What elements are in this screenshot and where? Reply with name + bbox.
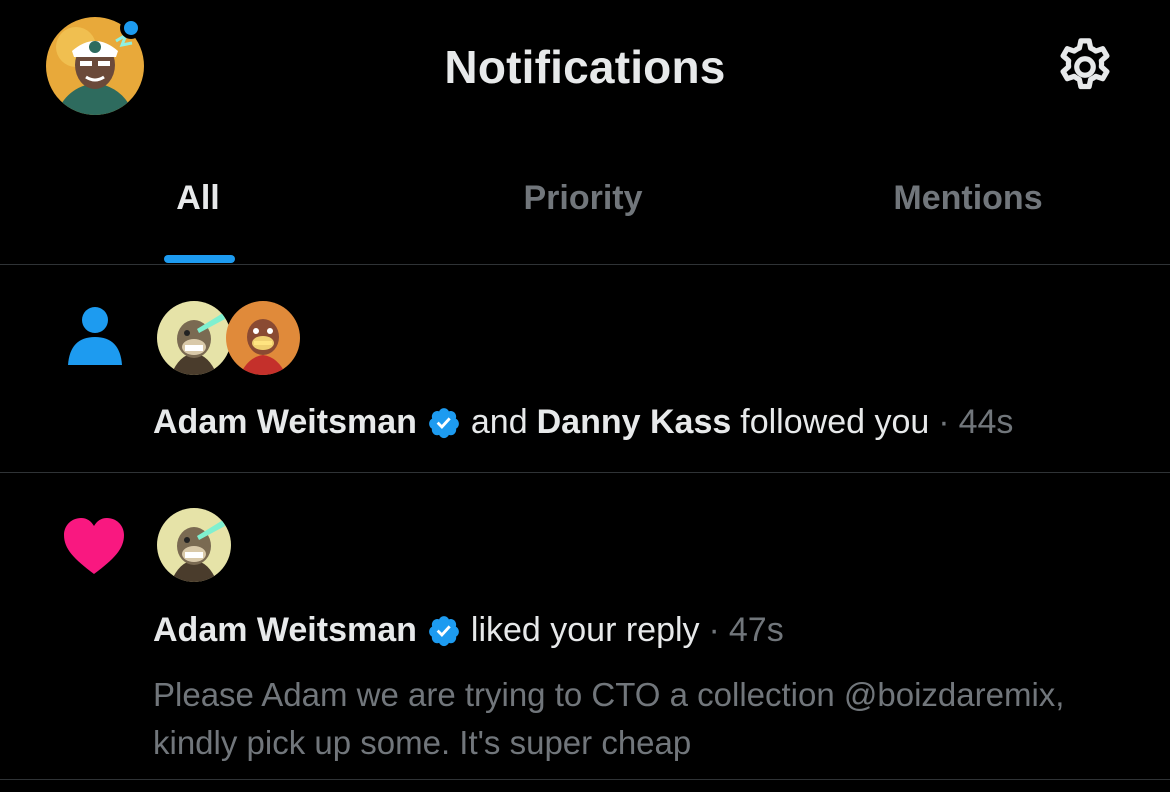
verified-badge-icon (429, 615, 459, 646)
heart-icon (62, 517, 126, 575)
tab-priority[interactable]: Priority (433, 179, 733, 218)
action-text: followed you (740, 403, 930, 441)
person-icon (66, 305, 124, 365)
avatar-adam-weitsman[interactable] (157, 508, 231, 582)
timestamp: 47s (728, 611, 784, 649)
avatar-danny-kass[interactable] (226, 301, 300, 375)
notification-like[interactable]: Adam Weitsman liked your reply · 47s Ple… (0, 473, 1170, 780)
notification-follow[interactable]: Adam Weitsman and Danny Kass followed yo… (0, 265, 1170, 473)
user-name-link[interactable]: Adam Weitsman (153, 611, 417, 650)
page-title: Notifications (444, 41, 726, 93)
tab-mentions[interactable]: Mentions (818, 179, 1118, 218)
top-bar: Notifications (0, 0, 1170, 135)
tab-bar: All Priority Mentions (0, 135, 1170, 265)
user-name-link[interactable]: Adam Weitsman (153, 403, 417, 442)
action-text: liked your reply (470, 611, 700, 649)
separator-dot: · (938, 403, 950, 441)
active-tab-indicator (164, 255, 235, 263)
notification-text: Adam Weitsman liked your reply · 47s (153, 611, 784, 650)
user-name-link[interactable]: Danny Kass (537, 403, 732, 442)
verified-badge-icon (429, 407, 459, 438)
avatar-adam-weitsman[interactable] (157, 301, 231, 375)
tab-all[interactable]: All (48, 179, 348, 218)
reply-preview-text[interactable]: Please Adam we are trying to CTO a colle… (153, 671, 1113, 767)
connector-text: and (470, 403, 528, 441)
unread-dot (120, 17, 142, 39)
separator-dot: · (708, 611, 720, 649)
notification-text: Adam Weitsman and Danny Kass followed yo… (153, 403, 1013, 442)
settings-gear-icon[interactable] (1052, 34, 1118, 100)
timestamp: 44s (958, 403, 1014, 441)
